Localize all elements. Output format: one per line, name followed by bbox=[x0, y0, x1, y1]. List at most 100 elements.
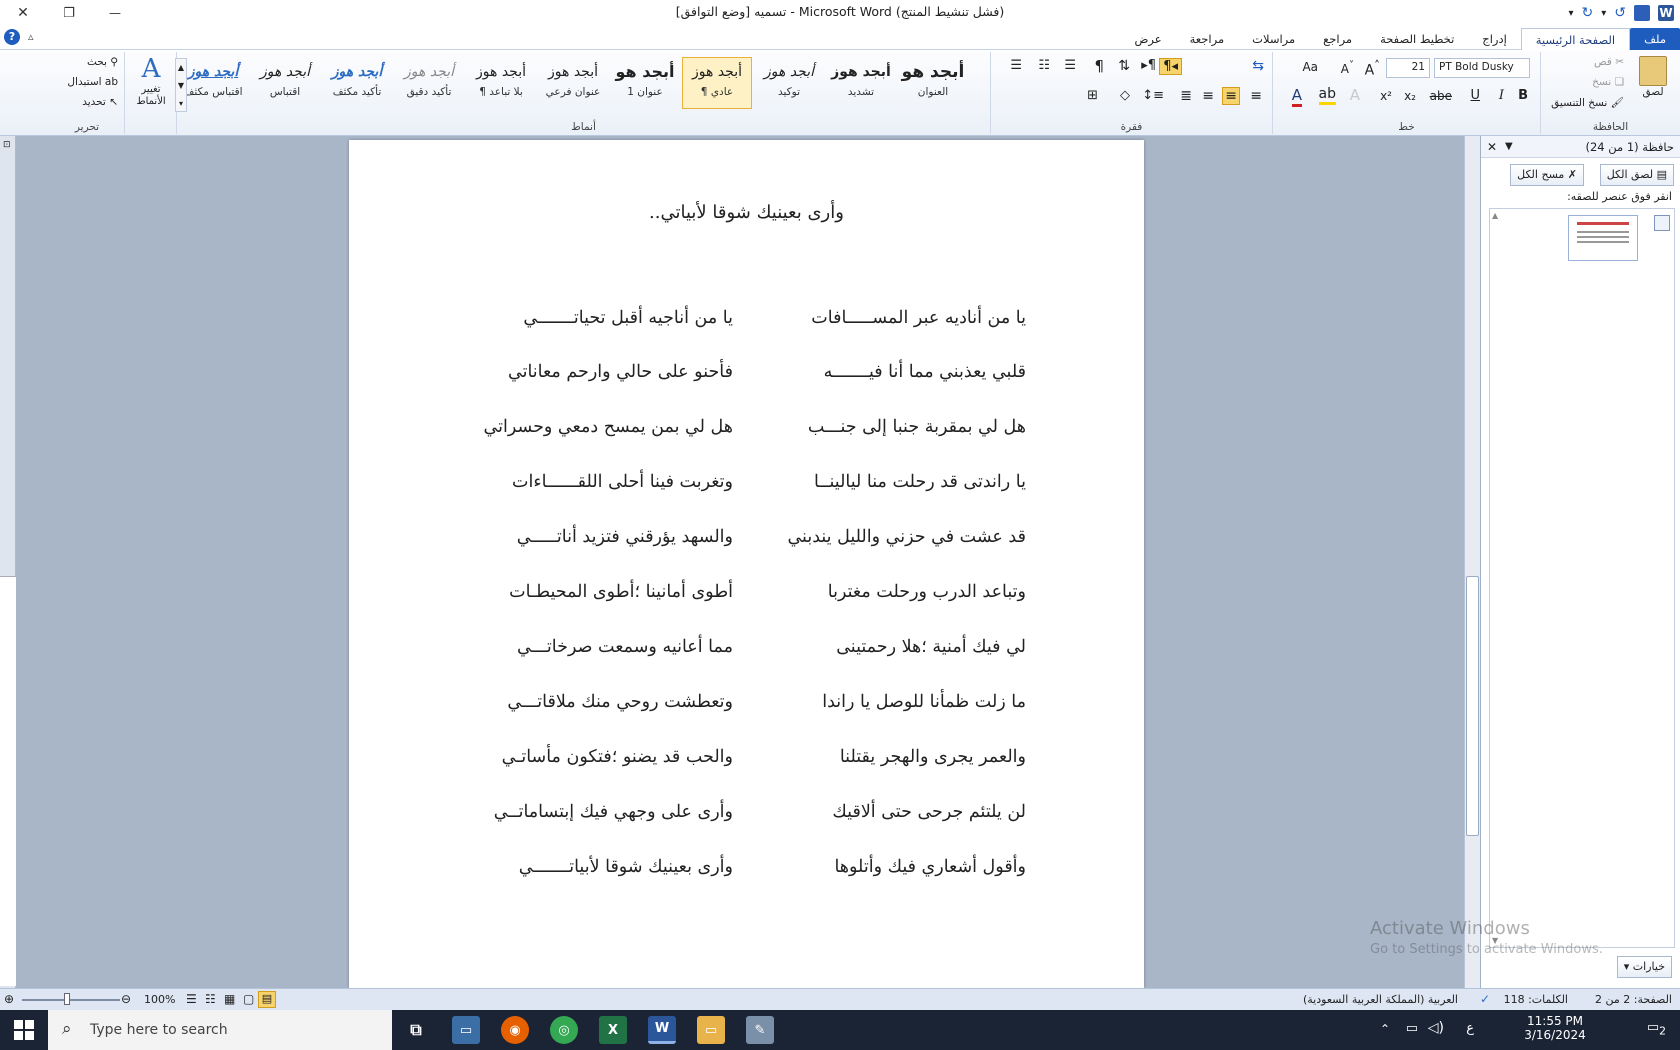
style-strong[interactable]: أبجد هوز تشديد bbox=[826, 57, 896, 109]
minimize-ribbon-icon[interactable]: ▵ bbox=[28, 30, 34, 43]
file-manager-app-icon[interactable]: ▭ bbox=[452, 1016, 480, 1044]
bullets-icon[interactable]: ☰ bbox=[1010, 58, 1022, 73]
zoom-slider[interactable] bbox=[22, 999, 120, 1001]
zoom-in-icon[interactable]: ⊕ bbox=[4, 992, 14, 1006]
redo-icon[interactable]: ↻ bbox=[1582, 5, 1594, 21]
undo-icon[interactable]: ↺ bbox=[1614, 5, 1626, 21]
change-case-button[interactable]: Aa bbox=[1302, 60, 1318, 74]
view-draft-icon[interactable]: ☰ bbox=[186, 992, 197, 1006]
pane-options-icon[interactable]: ▼ bbox=[1505, 136, 1513, 158]
system-clock[interactable]: 11:55 PM 3/16/2024 bbox=[1490, 1014, 1620, 1042]
zoom-slider-thumb[interactable] bbox=[64, 993, 70, 1005]
align-left-icon[interactable]: ≡ bbox=[1202, 88, 1214, 104]
strikethrough-button[interactable]: abe bbox=[1430, 89, 1452, 103]
highlight-icon[interactable]: ab bbox=[1318, 86, 1336, 105]
clipboard-item[interactable] bbox=[1568, 215, 1638, 261]
language-indicator[interactable]: العربية (المملكة العربية السعودية) bbox=[1303, 993, 1458, 1006]
page-count[interactable]: الصفحة: 2 من 2 bbox=[1595, 993, 1672, 1006]
style-intense-quote[interactable]: أبجد هوز اقتباس مكثف bbox=[178, 57, 248, 109]
styles-scroll-icon[interactable]: ▲ ▼ ▾ bbox=[175, 58, 187, 112]
align-center-icon[interactable]: ≡ bbox=[1222, 87, 1240, 105]
input-language[interactable]: ع bbox=[1466, 1021, 1474, 1036]
view-print-layout-icon[interactable]: ▤ bbox=[258, 991, 276, 1008]
network-icon[interactable]: ▭ bbox=[1406, 1021, 1418, 1036]
firefox-icon[interactable]: ◉ bbox=[501, 1016, 529, 1044]
shrink-font-button[interactable]: A˅ bbox=[1341, 60, 1354, 76]
paint-app-icon[interactable]: ✎ bbox=[746, 1016, 774, 1044]
tab-insert[interactable]: إدراج bbox=[1468, 28, 1521, 50]
excel-icon[interactable]: X bbox=[599, 1016, 627, 1044]
help-icon[interactable]: ? bbox=[4, 29, 20, 45]
windows-start-icon[interactable] bbox=[14, 1020, 34, 1040]
numbering-icon[interactable]: ☷ bbox=[1038, 58, 1050, 73]
justify-icon[interactable]: ≣ bbox=[1180, 88, 1192, 104]
style-quote[interactable]: أبجد هوز اقتباس bbox=[250, 57, 320, 109]
ltr-paragraph-button[interactable]: ▸¶ bbox=[1141, 58, 1156, 73]
undo-dropdown-icon[interactable]: ▾ bbox=[1601, 8, 1606, 19]
zoom-level[interactable]: 100% bbox=[144, 993, 175, 1006]
paste-button[interactable]: لصق bbox=[1636, 56, 1670, 98]
copy-button[interactable]: نسخ ❏ bbox=[1592, 76, 1624, 88]
proofing-icon[interactable]: ✓ bbox=[1480, 992, 1490, 1006]
underline-button[interactable]: U bbox=[1470, 88, 1480, 103]
show-marks-button[interactable]: ¶ bbox=[1094, 57, 1104, 75]
ruler-toggle-icon[interactable]: ⊡ bbox=[3, 140, 11, 150]
style-normal[interactable]: أبجد هوز ¶ عادي bbox=[682, 57, 752, 109]
italic-button[interactable]: I bbox=[1499, 88, 1504, 103]
line-spacing-icon[interactable]: ↕≡ bbox=[1142, 88, 1164, 103]
chrome-icon[interactable]: ◎ bbox=[550, 1016, 578, 1044]
zoom-out-icon[interactable]: ⊖ bbox=[121, 992, 131, 1006]
superscript-button[interactable]: x² bbox=[1380, 89, 1392, 103]
list-scroll-up-icon[interactable]: ▲ bbox=[1492, 211, 1498, 220]
word-count[interactable]: الكلمات: 118 bbox=[1504, 993, 1568, 1006]
multilevel-list-icon[interactable]: ☰ bbox=[1064, 58, 1076, 73]
tab-page-layout[interactable]: تخطيط الصفحة bbox=[1366, 28, 1468, 50]
change-styles-button[interactable]: A تغيير الأنماط bbox=[129, 54, 173, 108]
clear-all-button[interactable]: ✗ مسح الكل bbox=[1510, 164, 1584, 186]
tray-overflow-icon[interactable]: ⌃ bbox=[1380, 1022, 1390, 1036]
tab-file[interactable]: ملف bbox=[1630, 28, 1680, 50]
select-button[interactable]: تحديد ↖ bbox=[82, 96, 118, 108]
style-intense-emphasis[interactable]: أبجد هوز تأكيد مكثف bbox=[322, 57, 392, 109]
view-web-icon[interactable]: ▦ bbox=[224, 992, 235, 1006]
style-subtitle[interactable]: أبجد هوز عنوان فرعي bbox=[538, 57, 608, 109]
view-reading-icon[interactable]: ▢ bbox=[243, 992, 254, 1006]
font-name-combo[interactable]: PT Bold Dusky bbox=[1434, 58, 1530, 78]
save-icon[interactable] bbox=[1634, 5, 1650, 21]
font-size-combo[interactable]: 21 bbox=[1386, 58, 1430, 78]
taskbar-search-box[interactable]: ⌕ Type here to search bbox=[48, 1010, 392, 1050]
notifications-icon[interactable]: ▭2 bbox=[1647, 1020, 1666, 1038]
style-no-spacing[interactable]: أبجد هوز ¶ بلا تباعد bbox=[466, 57, 536, 109]
pane-close-icon[interactable]: ✕ bbox=[1487, 136, 1497, 158]
tab-view[interactable]: عرض bbox=[1120, 28, 1175, 50]
format-painter-button[interactable]: نسخ التنسيق 🖌 bbox=[1551, 96, 1624, 109]
customize-qat-icon[interactable]: ▾ bbox=[1568, 8, 1573, 19]
style-title[interactable]: أبجد هو العنوان bbox=[898, 57, 968, 109]
volume-icon[interactable]: ◁) bbox=[1428, 1020, 1444, 1036]
subscript-button[interactable]: x₂ bbox=[1404, 89, 1416, 103]
folder-icon[interactable]: ▭ bbox=[697, 1016, 725, 1044]
align-right-icon[interactable]: ≡ bbox=[1250, 88, 1262, 104]
text-direction-icon[interactable]: ⇆ bbox=[1252, 58, 1264, 74]
replace-button[interactable]: استبدال ab bbox=[67, 76, 118, 88]
grow-font-button[interactable]: A˄ bbox=[1365, 58, 1380, 79]
sort-icon[interactable]: ⇅ bbox=[1118, 58, 1130, 74]
view-outline-icon[interactable]: ☷ bbox=[205, 992, 216, 1006]
tab-mailings[interactable]: مراسلات bbox=[1238, 28, 1309, 50]
style-subtle-emphasis[interactable]: أبجد هوز تأكيد دقيق bbox=[394, 57, 464, 109]
style-heading-1[interactable]: أبجد هو عنوان 1 bbox=[610, 57, 680, 109]
shading-icon[interactable]: ◇ bbox=[1120, 88, 1130, 103]
font-color-icon[interactable]: A bbox=[1291, 86, 1302, 107]
options-button[interactable]: خيارات ▾ bbox=[1616, 956, 1672, 978]
tab-review[interactable]: مراجعة bbox=[1176, 28, 1239, 50]
task-view-icon[interactable]: ⧉ bbox=[402, 1016, 430, 1044]
vertical-scrollbar[interactable] bbox=[1464, 136, 1480, 988]
document-page[interactable]: وأرى بعينيك شوقا لأبياتي.. يا من أناديه … bbox=[349, 140, 1144, 988]
tab-references[interactable]: مراجع bbox=[1309, 28, 1366, 50]
style-emphasis[interactable]: أبجد هوز توكيد bbox=[754, 57, 824, 109]
word-taskbar-icon[interactable]: W bbox=[648, 1016, 676, 1044]
cut-button[interactable]: قص ✂ bbox=[1594, 56, 1624, 68]
bold-button[interactable]: B bbox=[1518, 88, 1528, 103]
scrollbar-thumb[interactable] bbox=[1466, 576, 1479, 836]
tab-home[interactable]: الصفحة الرئيسية bbox=[1520, 28, 1631, 50]
